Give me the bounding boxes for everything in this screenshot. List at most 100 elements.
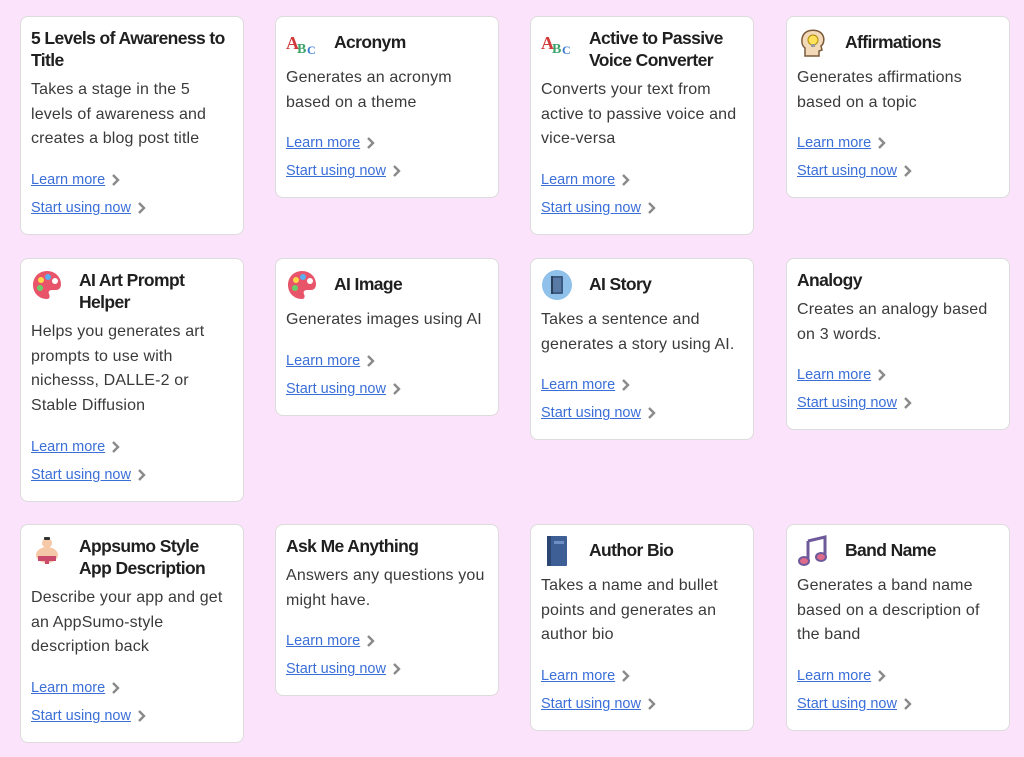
start-using-link[interactable]: Start using now — [31, 467, 131, 483]
chevron-right-icon — [621, 174, 631, 186]
learn-more-link[interactable]: Learn more — [286, 633, 360, 649]
learn-more-link[interactable]: Learn more — [286, 135, 360, 151]
book-icon — [541, 269, 573, 301]
start-using-link[interactable]: Start using now — [541, 200, 641, 216]
chevron-right-icon — [137, 710, 147, 722]
chevron-right-icon — [647, 698, 657, 710]
chevron-right-icon — [877, 670, 887, 682]
card-description: Generates images using AI — [286, 311, 482, 328]
start-using-link[interactable]: Start using now — [797, 696, 897, 712]
chevron-right-icon — [621, 379, 631, 392]
chevron-right-icon — [366, 635, 376, 648]
chevron-right-icon — [111, 174, 121, 186]
card-title: Analogy — [797, 270, 862, 290]
start-using-link[interactable]: Start using now — [286, 661, 386, 677]
start-using-link[interactable]: Start using now — [286, 381, 386, 397]
card-header: ABC Acronym — [286, 27, 488, 59]
learn-more-link[interactable]: Learn more — [31, 680, 105, 696]
start-using-link[interactable]: Start using now — [797, 395, 897, 411]
card-title: AI Art Prompt Helper — [79, 270, 185, 312]
card-title: Ask Me Anything — [286, 536, 419, 556]
learn-more-link[interactable]: Learn more — [797, 135, 871, 151]
chevron-right-icon — [392, 165, 402, 178]
card-description: Describe your app and get an AppSumo-sty… — [31, 589, 223, 656]
card-description: Converts your text from active to passiv… — [541, 81, 737, 148]
tool-card-appsumo: Appsumo Style App Description Describe y… — [20, 524, 244, 744]
music-notes-icon — [797, 535, 829, 567]
card-header: AI Image — [286, 269, 488, 301]
chevron-right-icon — [647, 202, 657, 214]
start-using-link[interactable]: Start using now — [31, 708, 131, 724]
chevron-right-icon — [366, 354, 376, 367]
card-header: Appsumo Style App Description — [31, 535, 233, 579]
chevron-right-icon — [137, 468, 147, 481]
notebook-icon — [541, 535, 573, 567]
abc-letters-icon: ABC — [286, 27, 318, 59]
tool-card-analogy: Analogy Creates an analogy based on 3 wo… — [786, 258, 1010, 431]
card-header: 5 Levels of Awareness to Title — [31, 27, 233, 71]
start-using-link[interactable]: Start using now — [31, 200, 131, 216]
chevron-right-icon — [877, 137, 887, 150]
chevron-right-icon — [392, 663, 402, 676]
tool-card-acronym: ABC Acronym Generates an acronym based o… — [275, 16, 499, 199]
learn-more-link[interactable]: Learn more — [31, 439, 105, 455]
learn-more-link[interactable]: Learn more — [541, 377, 615, 393]
chevron-right-icon — [137, 202, 147, 214]
card-title: Acronym — [334, 32, 406, 52]
card-description: Generates affirmations based on a topic — [797, 69, 962, 111]
tool-card-five-levels: 5 Levels of Awareness to Title Takes a s… — [20, 16, 244, 236]
chevron-right-icon — [111, 440, 121, 453]
tool-card-ai-story: AI Story Takes a sentence and generates … — [530, 258, 754, 441]
chevron-right-icon — [903, 165, 913, 178]
card-header: Analogy — [797, 269, 999, 291]
svg-text:C: C — [562, 43, 571, 57]
paint-palette-icon — [31, 269, 63, 301]
card-title: Active to Passive Voice Converter — [589, 28, 723, 70]
tool-card-active-passive: ABC Active to Passive Voice Converter Co… — [530, 16, 754, 236]
svg-text:B: B — [297, 42, 306, 57]
tool-card-ai-image: AI Image Generates images using AI Learn… — [275, 258, 499, 416]
start-using-link[interactable]: Start using now — [286, 163, 386, 179]
tool-card-ai-art: AI Art Prompt Helper Helps you generates… — [20, 258, 244, 502]
card-header: Band Name — [797, 535, 999, 567]
start-using-link[interactable]: Start using now — [541, 696, 641, 712]
card-description: Takes a sentence and generates a story u… — [541, 311, 735, 353]
card-description: Creates an analogy based on 3 words. — [797, 301, 988, 343]
card-description: Generates a band name based on a descrip… — [797, 577, 980, 644]
learn-more-link[interactable]: Learn more — [286, 353, 360, 369]
card-header: AI Story — [541, 269, 743, 301]
card-title: Band Name — [845, 540, 936, 560]
sumo-wrestler-icon — [31, 535, 63, 567]
card-title: Author Bio — [589, 540, 674, 560]
learn-more-link[interactable]: Learn more — [797, 367, 871, 383]
card-header: Ask Me Anything — [286, 535, 488, 557]
tool-card-band-name: Band Name Generates a band name based on… — [786, 524, 1010, 732]
card-header: Affirmations — [797, 27, 999, 59]
learn-more-link[interactable]: Learn more — [31, 172, 105, 188]
tool-card-author-bio: Author Bio Takes a name and bullet point… — [530, 524, 754, 732]
start-using-link[interactable]: Start using now — [541, 405, 641, 421]
card-title: Appsumo Style App Description — [79, 536, 206, 578]
start-using-link[interactable]: Start using now — [797, 163, 897, 179]
learn-more-link[interactable]: Learn more — [541, 172, 615, 188]
chevron-right-icon — [903, 397, 913, 410]
card-header: Author Bio — [541, 535, 743, 567]
learn-more-link[interactable]: Learn more — [797, 668, 871, 684]
chevron-right-icon — [877, 369, 887, 382]
tool-card-ask-me: Ask Me Anything Answers any questions yo… — [275, 524, 499, 697]
card-description: Takes a name and bullet points and gener… — [541, 577, 718, 644]
svg-text:C: C — [307, 43, 316, 57]
card-title: AI Image — [334, 274, 403, 294]
chevron-right-icon — [621, 670, 631, 682]
head-lightbulb-icon — [797, 27, 829, 59]
card-title: 5 Levels of Awareness to Title — [31, 28, 225, 70]
tool-card-affirmations: Affirmations Generates affirmations base… — [786, 16, 1010, 199]
learn-more-link[interactable]: Learn more — [541, 668, 615, 684]
svg-text:B: B — [552, 42, 561, 57]
chevron-right-icon — [392, 382, 402, 395]
chevron-right-icon — [903, 698, 913, 710]
card-description: Answers any questions you might have. — [286, 567, 485, 609]
card-description: Helps you generates art prompts to use w… — [31, 323, 205, 415]
card-header: AI Art Prompt Helper — [31, 269, 233, 313]
chevron-right-icon — [647, 407, 657, 420]
